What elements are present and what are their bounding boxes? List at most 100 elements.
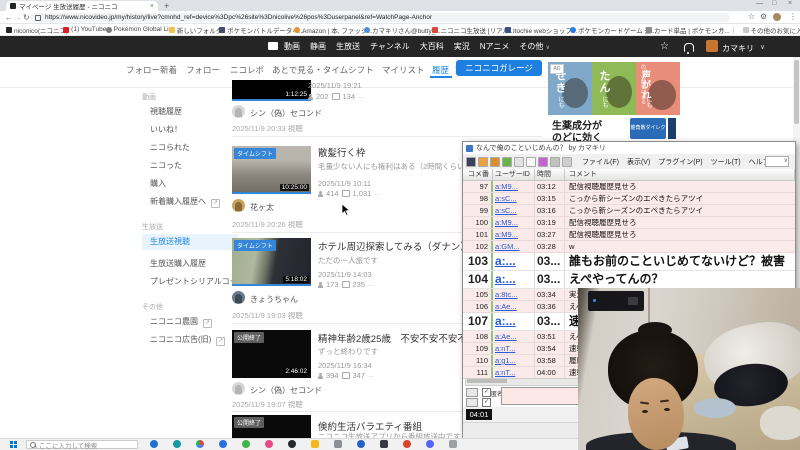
extensions-icon[interactable]: ⚙ (760, 12, 767, 21)
open-icon[interactable] (478, 156, 488, 167)
bookmark-item[interactable]: カマキリさん@butty_... (364, 25, 441, 35)
taskbar-app-icon[interactable] (449, 440, 457, 448)
user-chevron-icon[interactable]: ∨ (760, 43, 765, 51)
bookmark-item[interactable]: ポケモンバトルデータベ... (219, 25, 304, 35)
bookmark-item[interactable]: 新しいフォルダ (168, 25, 222, 35)
taskbar-app-icon[interactable] (265, 440, 273, 448)
nav-video[interactable]: 動画 (284, 41, 300, 52)
post-button-1[interactable] (466, 388, 478, 397)
bookmarks-overflow-icon[interactable]: » (720, 26, 724, 33)
user-id-link[interactable]: a:M9... (493, 229, 535, 240)
viewer-combo-box[interactable]: ∨ (765, 156, 789, 167)
sidebar-item-new-purchase[interactable]: 新着購入履歴へ ↗ (150, 196, 220, 208)
broadcaster-avatar[interactable] (232, 291, 245, 304)
sidebar-item-likes[interactable]: いいね！ (150, 124, 182, 135)
save-icon[interactable] (466, 156, 476, 167)
new-tab-button[interactable]: + (164, 1, 169, 11)
close-tool-icon[interactable] (562, 156, 572, 167)
tab-watch-later[interactable]: あとで見る・タイムシフト (272, 64, 374, 76)
sidebar-item-watch-history[interactable]: 視聴履歴 (150, 106, 182, 117)
bookmark-item[interactable]: ポケモンカードゲーム 通... (569, 25, 656, 35)
garage-star-icon[interactable]: ☆ (660, 41, 669, 52)
post-button-2[interactable] (466, 398, 478, 407)
history-thumbnail[interactable]: 1:12:25 (232, 80, 311, 101)
user-id-link[interactable]: a:Ae... (493, 331, 535, 342)
user-id-link[interactable]: a:... (493, 253, 535, 270)
forward-icon[interactable]: → (14, 13, 22, 22)
window-minimize-button[interactable]: — (756, 0, 763, 7)
nav-channel[interactable]: チャンネル (370, 41, 410, 52)
taskbar-app-icon[interactable] (380, 440, 388, 448)
user-id-link[interactable]: a:sC... (493, 193, 535, 204)
history-thumbnail[interactable]: タイムシフト 10:25:00 (232, 146, 311, 194)
sidebar-item-nouen[interactable]: ニコニコ農園 ↗ (150, 316, 212, 328)
user-id-link[interactable]: a:... (493, 313, 535, 330)
broadcaster-name[interactable]: 花ヶ太 (250, 202, 274, 213)
nav-seiga[interactable]: 静画 (310, 41, 326, 52)
broadcaster-avatar[interactable] (232, 382, 245, 395)
tab-nicorepo[interactable]: ニコレポ (230, 64, 264, 76)
window-maximize-button[interactable]: □ (772, 0, 776, 7)
broadcaster-avatar[interactable] (232, 199, 245, 212)
niconico-tv-icon[interactable] (268, 42, 278, 50)
taskbar-app-icon[interactable] (403, 440, 411, 448)
broadcaster-name[interactable]: シン（偽）セコンド (250, 385, 322, 396)
color-icon[interactable] (538, 156, 548, 167)
user-id-link[interactable]: a:M9... (493, 181, 535, 192)
user-id-link[interactable]: a:M9... (493, 217, 535, 228)
bookmark-item[interactable]: Amazon | 本, ファッシ... (294, 25, 373, 35)
sidebar-item-live-watch[interactable]: 生放送視聴 (142, 234, 238, 250)
other-bookmarks[interactable]: その他のお気に入り (742, 25, 800, 35)
broadcaster-name[interactable]: きょうちゃん (250, 294, 298, 305)
history-thumbnail[interactable]: タイムシフト 5:18:02 (232, 238, 311, 286)
user-id-link[interactable]: a:nT... (493, 343, 535, 354)
nav-other[interactable]: その他 ∨ (519, 41, 550, 52)
sidebar-item-koukoku[interactable]: ニコニコ広告(旧) ↗ (150, 334, 226, 346)
column-comment[interactable]: コメント (565, 169, 795, 180)
page-scrollbar-thumb[interactable] (794, 60, 799, 124)
anonymous-checkbox[interactable]: ✓ (482, 388, 491, 397)
taskbar-search[interactable]: ここに入力して検索 (26, 440, 138, 450)
taskbar-app-icon[interactable] (150, 440, 158, 448)
broadcaster-avatar[interactable] (232, 105, 245, 118)
sidebar-item-nicorareta[interactable]: ニコられた (150, 142, 190, 153)
user-id-link[interactable]: a:... (493, 271, 535, 288)
taskbar-app-icon[interactable] (334, 440, 342, 448)
menu-tool[interactable]: ツール(T) (711, 157, 741, 167)
tab-close-icon[interactable]: × (150, 3, 154, 10)
user-id-link[interactable]: a:GM... (493, 241, 535, 252)
browser-tab[interactable]: マイページ 生放送履歴 - ニコニコ × (6, 1, 158, 11)
bookmark-item[interactable]: Pokémon Global Link (105, 26, 175, 33)
user-id-link[interactable]: a:8tc... (493, 289, 535, 300)
history-thumbnail[interactable]: 公開終了 (232, 415, 311, 438)
menu-view[interactable]: 表示(V) (627, 157, 650, 167)
bookmark-item[interactable]: Itochie webショップ... (504, 25, 577, 35)
start-button[interactable] (10, 441, 17, 448)
bookmark-item[interactable]: (1) YouTube (63, 26, 106, 33)
tab-history[interactable]: 履歴 (432, 64, 449, 76)
column-time[interactable]: 時間 (535, 169, 565, 180)
taskbar-app-icon[interactable] (357, 440, 365, 448)
user-id-link[interactable]: a:nT... (493, 367, 535, 378)
window-close-button[interactable]: × (788, 0, 792, 7)
bookmark-item[interactable]: カード単品 | ポケモンカ... (645, 25, 730, 35)
browser-menu-icon[interactable]: ⋮ (789, 12, 797, 21)
bookmark-item[interactable]: niconico(ニコニコ) (6, 25, 68, 35)
menu-file[interactable]: ファイル(F) (582, 157, 619, 167)
bookmark-star-icon[interactable]: ☆ (748, 12, 755, 21)
history-thumbnail[interactable]: 公開終了 2:46:02 (232, 330, 311, 378)
nav-dic[interactable]: 大百科 (420, 41, 444, 52)
tab-follow[interactable]: フォロー (186, 64, 220, 76)
clear-icon[interactable] (514, 156, 524, 167)
sidebar-item-live-purchase[interactable]: 生放送購入履歴 (150, 258, 206, 269)
chrome-icon[interactable] (196, 440, 204, 448)
nav-live[interactable]: 生放送 (336, 41, 360, 52)
taskbar-app-icon[interactable] (311, 440, 319, 448)
viewer-title-bar[interactable]: なんで俺のこといじめんの？ by カマキリ (463, 142, 795, 154)
column-user-id[interactable]: ユーザーID (493, 169, 535, 180)
user-name[interactable]: カマキリ (722, 43, 754, 54)
menu-plugin[interactable]: プラグイン(P) (658, 157, 702, 167)
folder-icon[interactable] (490, 156, 500, 167)
address-bar[interactable]: https://www.nicovideo.jp/my/history/live… (30, 13, 730, 22)
option-checkbox[interactable]: ✓ (482, 398, 491, 407)
